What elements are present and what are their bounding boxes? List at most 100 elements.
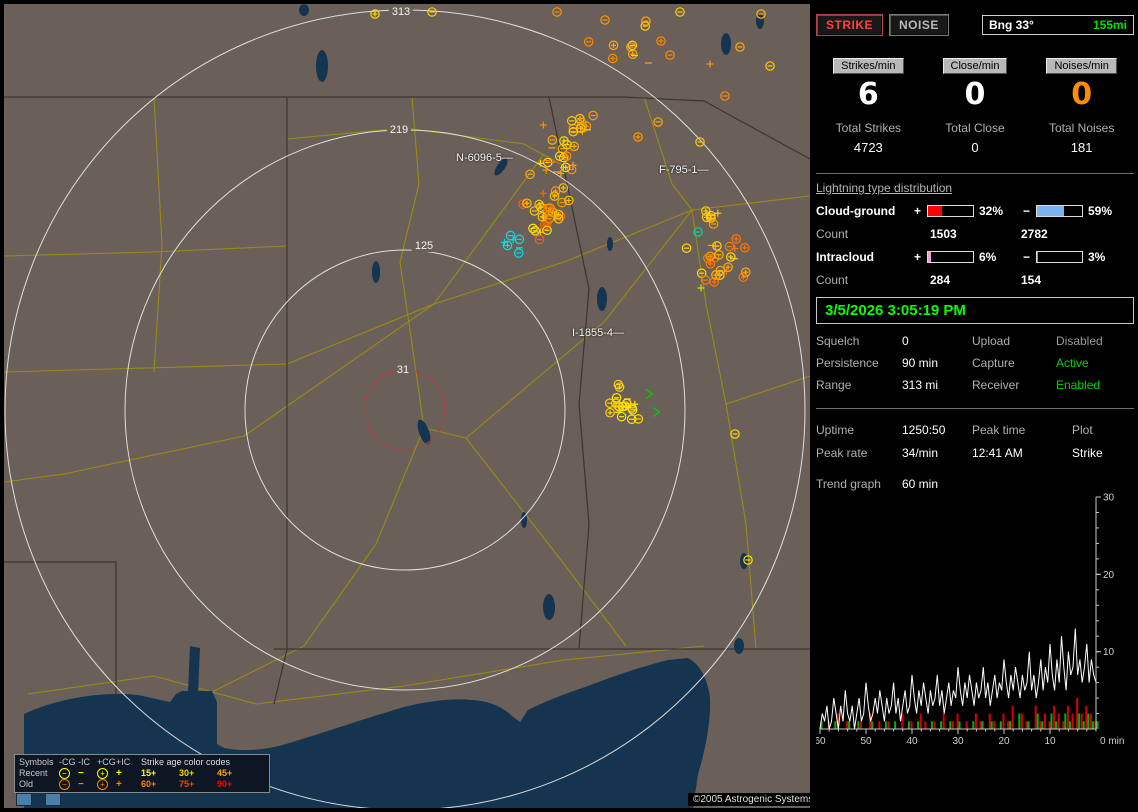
trend-cg-bar — [1085, 706, 1087, 729]
info-row: Peak rate 34/min 12:41 AM Strike — [816, 446, 1134, 460]
strikes-per-min-value: 6 — [816, 77, 921, 112]
trend-x-tick-label: 60 — [816, 736, 826, 747]
legend-old-label: Old — [19, 779, 59, 790]
trend-ic-bar — [1083, 721, 1085, 729]
status-row: Persistence 90 min Capture Active — [816, 356, 1134, 370]
range-ring-label: 125 — [412, 240, 436, 252]
trend-cg-bar — [1021, 714, 1023, 729]
strike-mode-button[interactable]: STRIKE — [816, 14, 883, 36]
trend-ic-bar — [1018, 714, 1020, 729]
noise-mode-button[interactable]: NOISE — [889, 14, 949, 36]
trend-cg-bar — [943, 714, 945, 729]
trend-cg-bar — [993, 721, 995, 729]
plot-value: Strike — [1072, 446, 1134, 460]
cg-negative-count: 2782 — [1021, 227, 1134, 241]
map-legend: Symbols -CG -IC +CG +IC Strike age color… — [14, 754, 270, 793]
trend-cg-bar — [989, 714, 991, 729]
map-panel[interactable]: 31321912531N-6096-5—F-795-1—I-1855-4— Sy… — [4, 4, 810, 808]
total-close-value: 0 — [923, 140, 1028, 155]
ic-negative-count: 154 — [1021, 273, 1134, 287]
age-90: 90+ — [217, 779, 255, 790]
legend-footer — [16, 793, 61, 806]
trend-cg-bar — [1072, 714, 1074, 729]
ic-negative-pct: 3% — [1088, 250, 1134, 264]
legend-symbols-title: Symbols — [19, 757, 59, 768]
status-sidebar: STRIKE NOISE Bng 33° 155mi Strikes/min 6… — [816, 4, 1134, 808]
trend-window-value: 60 min — [902, 477, 1134, 491]
legend-row-recent: Recent − − + + 15+ 30+ 45+ — [19, 768, 265, 779]
trend-cg-bar — [975, 714, 977, 729]
cg-positive-bar — [927, 205, 974, 217]
trend-ic-bar — [908, 721, 910, 729]
ic-negative-bar — [1036, 251, 1083, 263]
capture-value: Active — [1056, 356, 1134, 370]
cg-positive-count: 1503 — [914, 227, 1021, 241]
close-per-min-value: 0 — [923, 77, 1028, 112]
trend-ic-bar — [1064, 714, 1066, 729]
ic-plus-symbol: + — [116, 768, 135, 779]
trend-ic-bar — [857, 721, 859, 729]
trend-y-tick-label: 30 — [1103, 493, 1115, 504]
upload-value: Disabled — [1056, 334, 1134, 348]
trend-ic-bar — [917, 721, 919, 729]
age-75: 75+ — [179, 779, 217, 790]
uptime-label: Uptime — [816, 423, 902, 437]
peak-rate-value: 34/min — [902, 446, 972, 460]
minus-sign: − — [1023, 250, 1036, 264]
cloud-ground-count-row: Count 1503 2782 — [816, 227, 1134, 241]
status-row: Squelch 0 Upload Disabled — [816, 334, 1134, 348]
total-strikes-value: 4723 — [816, 140, 921, 155]
trend-cg-bar — [1044, 714, 1046, 729]
ic-minus-symbol: − — [78, 768, 97, 779]
trend-cg-bar — [1003, 714, 1005, 729]
trend-y-tick-label: 10 — [1103, 647, 1115, 658]
squelch-value: 0 — [902, 334, 972, 348]
age-15: 15+ — [141, 768, 179, 779]
trend-ic-bar — [1000, 721, 1002, 729]
distribution-title: Lightning type distribution — [816, 181, 1134, 195]
trend-x-end-label: 0 min — [1100, 736, 1124, 747]
legend-col-pos-cg: +CG — [97, 757, 116, 768]
age-60: 60+ — [141, 779, 179, 790]
bearing-value: Bng 33° — [989, 18, 1034, 32]
ic-positive-pct: 6% — [979, 250, 1023, 264]
storm-cell-label: I-1855-4— — [572, 327, 624, 339]
trend-cg-bar — [1039, 721, 1041, 729]
trend-ic-bar — [1009, 721, 1011, 729]
range-ring-label: 219 — [387, 124, 411, 136]
trend-x-tick-label: 20 — [998, 736, 1010, 747]
total-strikes-label: Total Strikes — [816, 121, 921, 135]
trend-cg-bar — [860, 721, 862, 729]
trend-ic-bar — [1037, 714, 1039, 729]
trend-ic-bar — [834, 721, 836, 729]
distribution-row-cloud-ground: Cloud-ground + 32% − 59% — [816, 204, 1134, 218]
count-label: Count — [816, 273, 914, 287]
range-label: Range — [816, 378, 902, 392]
trend-cg-bar — [1053, 706, 1055, 729]
legend-footer-swatch — [16, 793, 32, 806]
trend-ic-bar — [991, 721, 993, 729]
trend-cg-bar — [888, 721, 890, 729]
trend-cg-bar — [924, 721, 926, 729]
clock-readout: 3/5/2026 3:05:19 PM — [816, 297, 1134, 324]
storm-cell-label: N-6096-5— — [456, 152, 513, 164]
trend-cg-bar — [1062, 721, 1064, 729]
capture-label: Capture — [972, 356, 1056, 370]
strikes-per-min-button[interactable]: Strikes/min — [833, 58, 903, 74]
storm-cell-label: F-795-1— — [659, 164, 709, 176]
trend-cg-bar — [952, 721, 954, 729]
noises-per-min-button[interactable]: Noises/min — [1046, 58, 1116, 74]
trend-cg-bar — [1007, 721, 1009, 729]
plus-sign: + — [914, 204, 927, 218]
trend-ic-bar — [871, 721, 873, 729]
uptime-value: 1250:50 — [902, 423, 972, 437]
trend-ic-bar — [1028, 721, 1030, 729]
trend-x-tick-label: 50 — [860, 736, 872, 747]
close-per-min-button[interactable]: Close/min — [943, 58, 1008, 74]
total-close-label: Total Close — [923, 121, 1028, 135]
legend-col-neg-ic: -IC — [78, 757, 97, 768]
trend-x-tick-label: 40 — [906, 736, 918, 747]
cg-minus-symbol-old: − — [59, 779, 70, 790]
trend-ic-bar — [1041, 721, 1043, 729]
cg-plus-symbol-old: + — [97, 779, 108, 790]
